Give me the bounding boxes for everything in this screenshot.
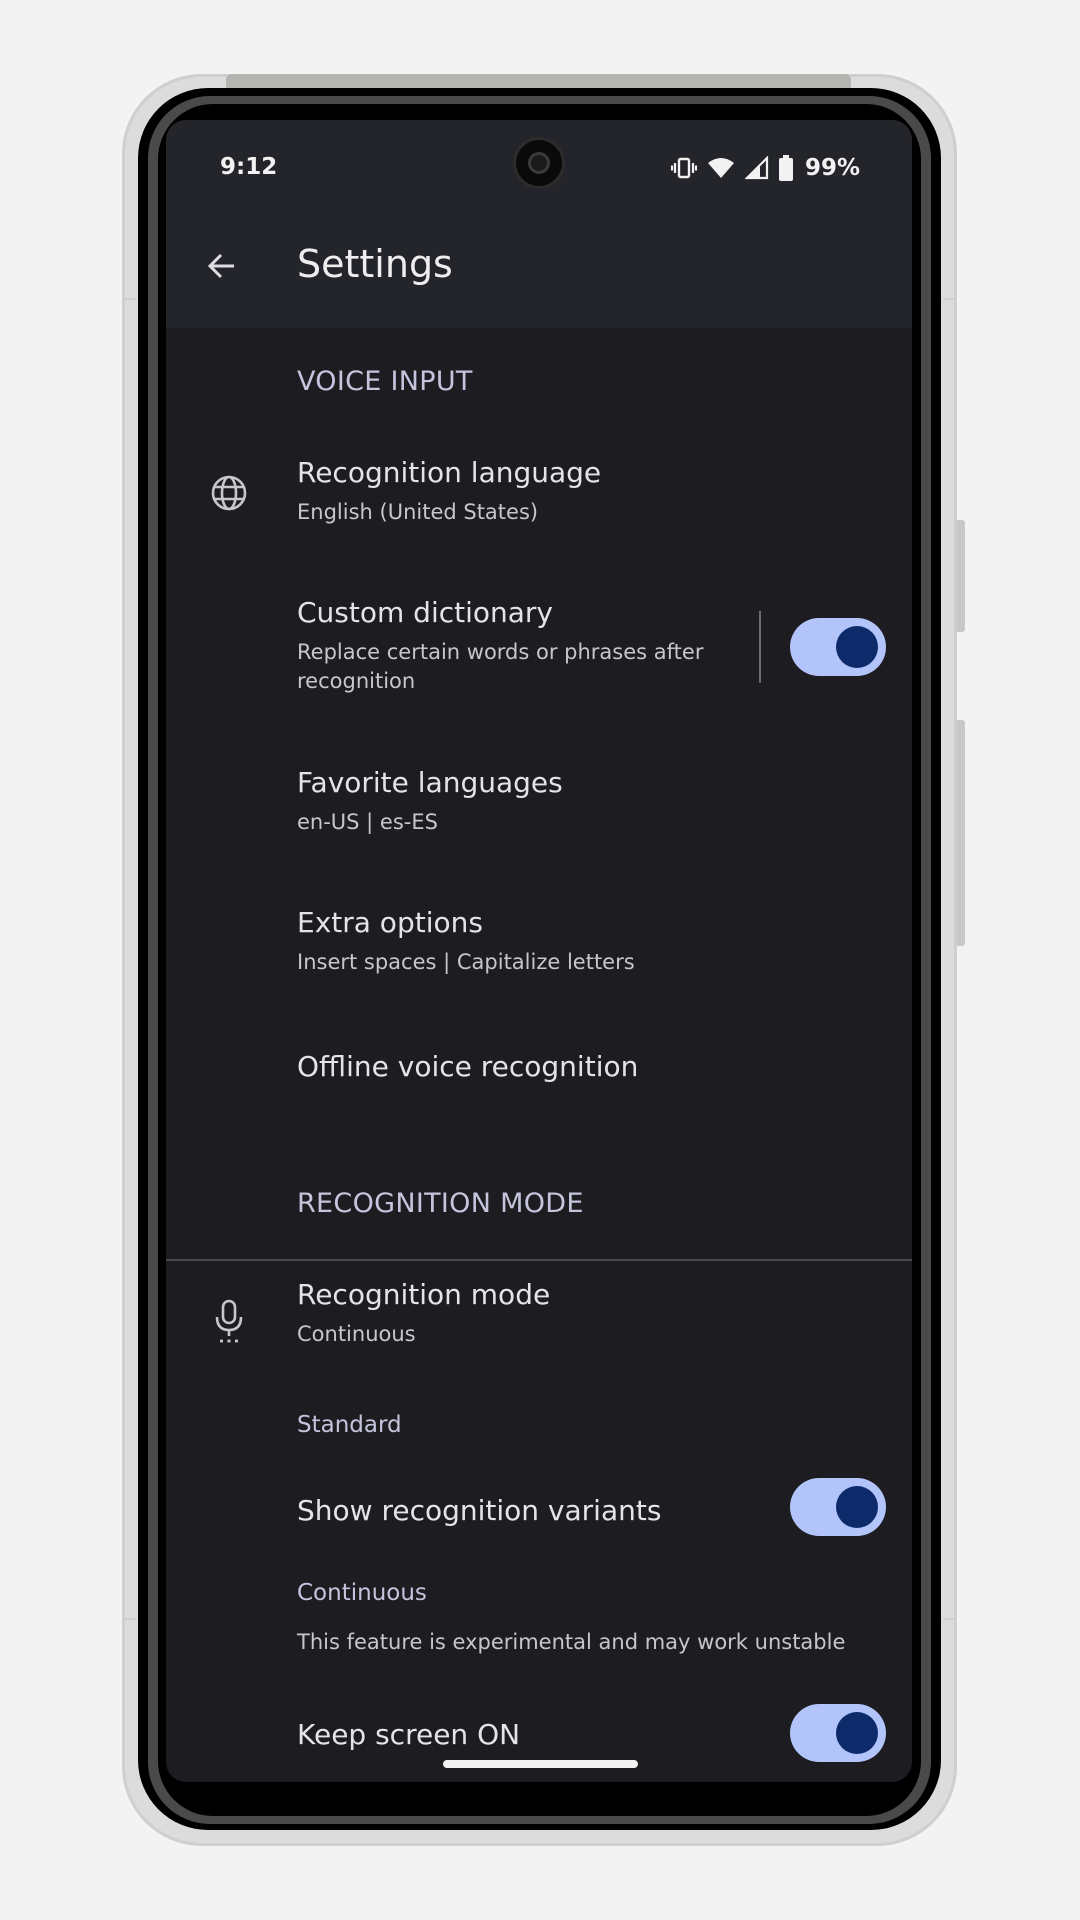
power-button [957,520,965,632]
frame-seam [943,1618,957,1620]
experimental-note: This feature is experimental and may wor… [297,1630,846,1654]
front-camera [516,140,562,186]
extra-options-title: Extra options [297,906,483,939]
favorite-languages-title: Favorite languages [297,766,563,799]
status-time: 9:12 [220,154,278,180]
custom-dictionary-row[interactable]: Custom dictionary Replace certain words … [166,576,912,714]
arrow-back-icon[interactable] [206,250,238,286]
frame-seam [943,298,957,300]
standard-subheader: Standard [297,1412,402,1438]
frame-seam [122,298,136,300]
toggle-knob [836,1712,878,1754]
continuous-subheader: Continuous [297,1580,427,1606]
app-bar: Settings [166,212,912,328]
show-variants-row[interactable]: Show recognition variants [166,1454,912,1560]
toggle-knob [836,626,878,668]
section-header-voice-input: VOICE INPUT [297,366,473,397]
home-indicator[interactable] [443,1760,638,1768]
status-icons: 99% [670,150,860,186]
volume-button [957,720,965,946]
globe-icon [206,470,252,516]
status-bar: 9:12 99% [166,120,912,212]
recognition-language-value: English (United States) [297,500,539,524]
custom-dictionary-toggle[interactable] [790,618,886,676]
recognition-language-title: Recognition language [297,456,602,489]
microphone-icon [206,1298,252,1344]
section-header-recognition-mode: RECOGNITION MODE [297,1188,584,1219]
recognition-mode-row[interactable]: Recognition mode Continuous [166,1258,912,1378]
battery-percent: 99% [804,155,860,181]
row-divider [759,611,761,683]
custom-dictionary-description-2: recognition [297,669,416,693]
recognition-mode-value: Continuous [297,1322,416,1346]
extra-options-row[interactable]: Extra options Insert spaces | Capitalize… [166,884,912,996]
recognition-language-row[interactable]: Recognition language English (United Sta… [166,436,912,556]
show-variants-toggle[interactable] [790,1478,886,1536]
favorite-languages-value: en-US | es-ES [297,810,438,834]
show-variants-title: Show recognition variants [297,1494,662,1527]
offline-recognition-row[interactable]: Offline voice recognition [166,1024,912,1120]
signal-icon [744,156,769,180]
screen: 9:12 99% Settings VOICE INPUT Recognitio… [166,120,912,1782]
back-button[interactable] [196,242,248,294]
frame-seam [122,1618,136,1620]
recognition-mode-title: Recognition mode [297,1278,551,1311]
favorite-languages-row[interactable]: Favorite languages en-US | es-ES [166,744,912,856]
toggle-knob [836,1486,878,1528]
custom-dictionary-title: Custom dictionary [297,596,553,629]
offline-recognition-title: Offline voice recognition [297,1050,639,1083]
vibrate-icon [670,156,697,180]
custom-dictionary-description: Replace certain words or phrases after [297,640,704,664]
page-title: Settings [297,242,453,286]
keep-screen-on-title: Keep screen ON [297,1718,521,1751]
battery-icon [778,155,793,181]
wifi-icon [707,156,735,180]
keep-screen-on-toggle[interactable] [790,1704,886,1762]
extra-options-value: Insert spaces | Capitalize letters [297,950,635,974]
